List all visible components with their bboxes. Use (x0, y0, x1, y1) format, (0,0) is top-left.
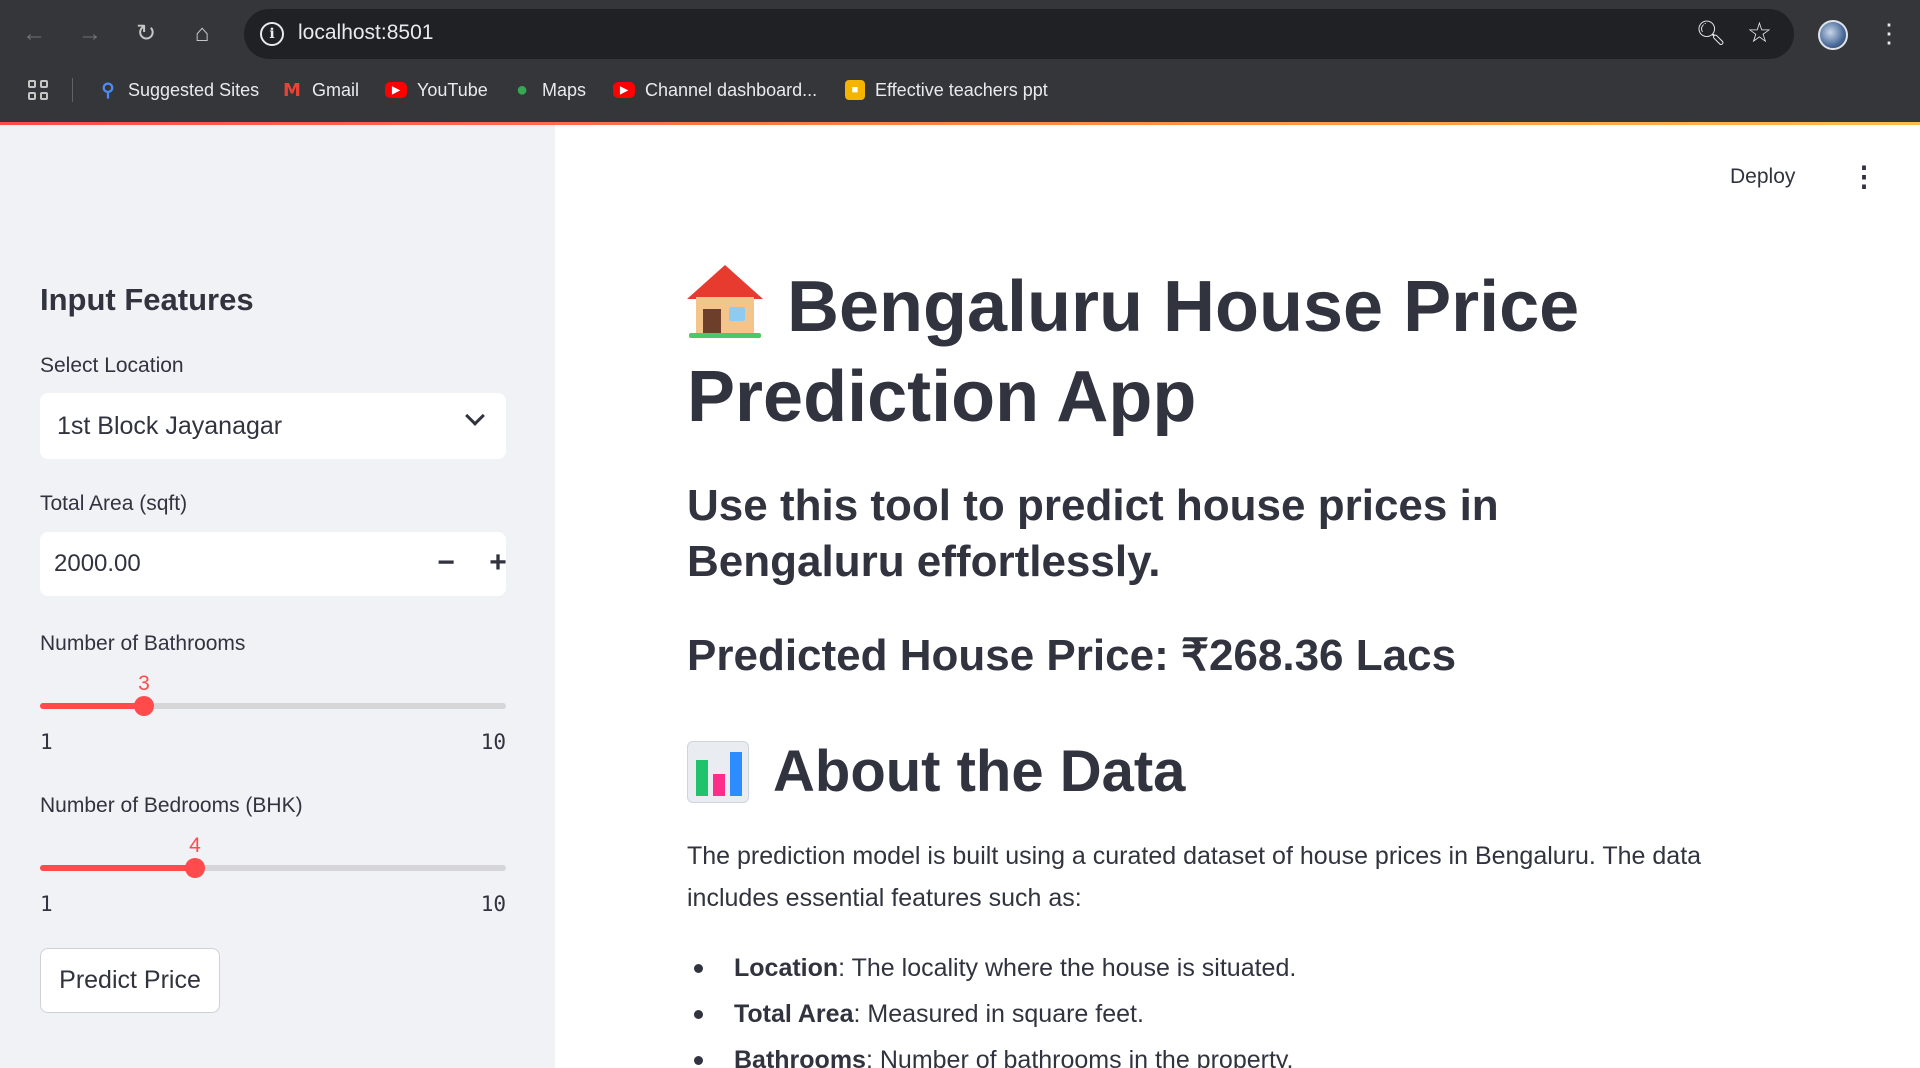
bookmark-label: Maps (542, 79, 587, 100)
about-heading: About the Data (687, 738, 1185, 805)
bookmark-label: Suggested Sites (128, 79, 260, 100)
feature-name: Bathrooms (734, 1046, 866, 1068)
predicted-price-text: Predicted House Price: ₹268.36 Lacs (687, 631, 1457, 680)
feature-desc: : The locality where the house is situat… (838, 954, 1297, 982)
bookmark-effective-teachers[interactable]: ■ Effective teachers ppt (845, 76, 1048, 104)
page-title: Bengaluru House Price Prediction App (687, 262, 1737, 442)
sidebar-title: Input Features (40, 282, 254, 317)
home-icon[interactable]: ⌂ (184, 16, 220, 52)
bookmark-channel-dashboard[interactable]: ▶ Channel dashboard... (613, 76, 817, 104)
feature-list: Location: The locality where the house i… (687, 945, 1296, 1068)
apps-grid-icon[interactable] (28, 80, 48, 100)
browser-menu-icon[interactable]: ⋮ (1876, 18, 1902, 48)
feature-desc: : Measured in square feet. (853, 1000, 1144, 1028)
bedrooms-label: Number of Bedrooms (BHK) (40, 794, 303, 817)
bathrooms-slider-value: 3 (138, 672, 150, 695)
gmail-icon: M (283, 79, 301, 101)
house-icon (687, 265, 763, 338)
youtube-icon: ▶ (385, 82, 407, 98)
area-label: Total Area (sqft) (40, 492, 188, 515)
feature-desc: : Number of bathrooms in the property. (865, 1046, 1294, 1068)
slider-min-label: 1 (40, 730, 53, 754)
bathrooms-label: Number of Bathrooms (40, 632, 246, 655)
area-number-input[interactable]: 2000.00 − + (40, 532, 507, 596)
predict-price-button[interactable]: Predict Price (40, 948, 220, 1013)
chevron-down-icon (465, 406, 485, 426)
decrement-button[interactable]: − (426, 544, 466, 584)
slides-icon: ■ (845, 80, 865, 100)
deploy-button[interactable]: Deploy (1730, 165, 1795, 189)
about-paragraph: The prediction model is built using a cu… (687, 842, 1702, 912)
area-value[interactable]: 2000.00 (54, 550, 141, 578)
youtube-icon: ▶ (613, 82, 635, 98)
slider-min-label: 1 (40, 892, 53, 916)
bedrooms-slider-value: 4 (189, 834, 201, 857)
bookmark-gmail[interactable]: M Gmail (282, 76, 359, 104)
slider-fill (40, 703, 144, 709)
browser-chrome: ← → ↻ ⌂ i localhost:8501 🔍︎ ☆ ⋮ ⚲ Sugges… (0, 0, 1920, 122)
bookmarks-divider (72, 78, 73, 102)
bookmarks-bar: ⚲ Suggested Sites M Gmail ▶ YouTube ● Ma… (0, 72, 1920, 108)
slider-thumb[interactable] (185, 858, 205, 878)
bookmark-maps[interactable]: ● Maps (512, 76, 586, 104)
profile-avatar[interactable] (1818, 20, 1848, 50)
bathrooms-slider[interactable]: 3 1 10 (40, 672, 506, 754)
zoom-icon[interactable]: 🔍︎ (1696, 19, 1726, 48)
slider-max-label: 10 (480, 892, 506, 916)
forward-arrow-icon[interactable]: → (72, 16, 108, 52)
slider-fill (40, 865, 195, 871)
maps-icon: ● (515, 78, 529, 101)
location-select[interactable]: 1st Block Jayanagar (40, 393, 506, 459)
about-heading-text: About the Data (773, 739, 1186, 804)
site-info-icon[interactable]: i (260, 22, 284, 46)
list-item: Total Area: Measured in square feet. (687, 991, 1296, 1037)
main-menu-icon[interactable]: ⋮ (1850, 163, 1878, 191)
bedrooms-slider[interactable]: 4 1 10 (40, 834, 506, 916)
slider-thumb[interactable] (134, 696, 154, 716)
bookmark-label: Gmail (312, 79, 360, 100)
bookmark-label: YouTube (417, 79, 488, 100)
feature-name: Location (734, 954, 839, 982)
reload-icon[interactable]: ↻ (128, 16, 164, 52)
bookmark-label: Channel dashboard... (645, 79, 818, 100)
location-label: Select Location (40, 354, 184, 377)
sidebar (0, 125, 555, 1068)
bookmark-suggested-sites[interactable]: ⚲ Suggested Sites (98, 76, 259, 104)
address-bar[interactable]: i localhost:8501 🔍︎ ☆ (244, 9, 1794, 59)
slider-max-label: 10 (480, 730, 506, 754)
list-item: Bathrooms: Number of bathrooms in the pr… (687, 1037, 1296, 1068)
bookmark-star-icon[interactable]: ☆ (1747, 16, 1772, 49)
page-title-text: Bengaluru House Price Prediction App (687, 267, 1580, 437)
page-subtitle: Use this tool to predict house prices in… (687, 481, 1499, 586)
feature-name: Total Area (734, 1000, 854, 1028)
url-text[interactable]: localhost:8501 (298, 21, 433, 45)
list-item: Location: The locality where the house i… (687, 945, 1296, 991)
location-selected-value: 1st Block Jayanagar (57, 412, 283, 440)
bookmark-label: Effective teachers ppt (875, 79, 1048, 100)
search-icon: ⚲ (101, 79, 115, 100)
increment-button[interactable]: + (478, 544, 518, 584)
back-arrow-icon[interactable]: ← (16, 16, 52, 52)
bar-chart-icon (687, 740, 749, 803)
bookmark-youtube[interactable]: ▶ YouTube (385, 76, 488, 104)
